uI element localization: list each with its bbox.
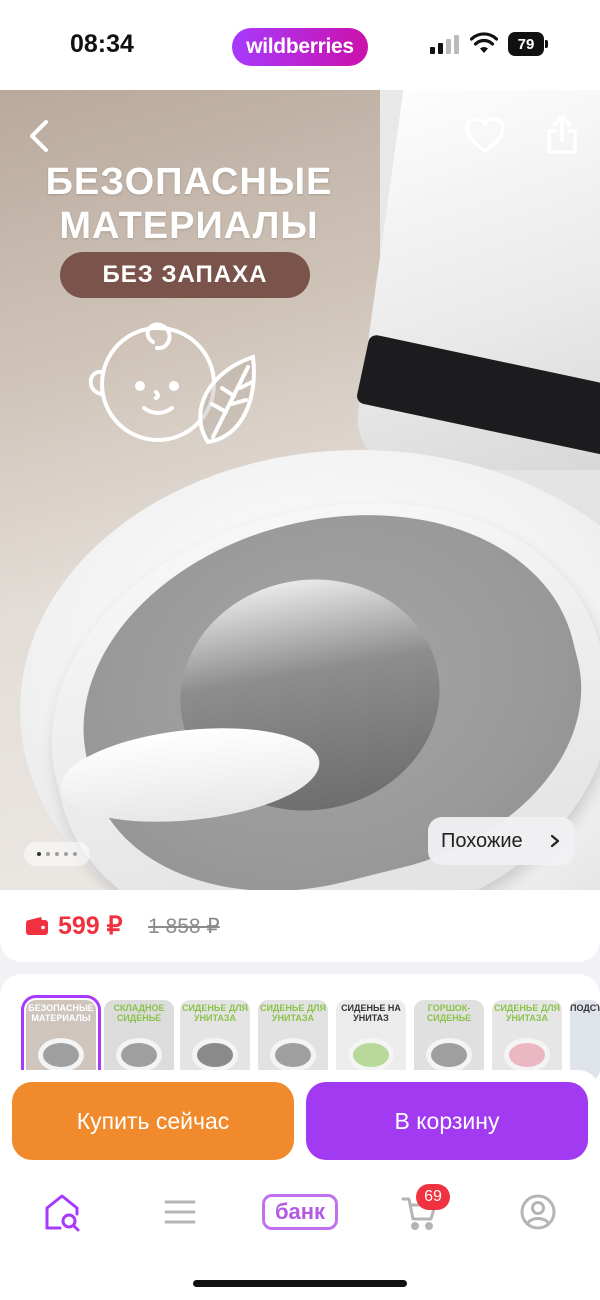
- add-to-cart-button[interactable]: В корзину: [306, 1082, 588, 1160]
- status-time: 08:34: [70, 30, 134, 58]
- brand-logo: wildberries: [232, 28, 368, 66]
- purchase-actions: Купить сейчас В корзину: [0, 1070, 600, 1170]
- promo-title-line-1: БЕЗОПАСНЫЕ: [45, 161, 333, 203]
- thumbnail-caption: СИДЕНЬЕ ДЛЯ УНИТАЗА: [493, 1003, 561, 1023]
- tab-catalog[interactable]: [150, 1190, 210, 1234]
- thumbnail-item[interactable]: ПОДСТ: [570, 1000, 600, 1080]
- pagination-dot-active: [37, 852, 41, 856]
- battery-icon: 79: [508, 32, 548, 56]
- buy-now-button[interactable]: Купить сейчас: [12, 1082, 294, 1160]
- thumbnail-caption: ГОРШОК-СИДЕНЬЕ: [426, 1003, 472, 1023]
- thumbnail-caption: СИДЕНЬЕ НА УНИТАЗ: [341, 1003, 401, 1023]
- current-price: 599 ₽: [58, 912, 123, 940]
- thumbnail-item[interactable]: СИДЕНЬЕ ДЛЯ УНИТАЗА: [258, 1000, 328, 1080]
- tab-profile[interactable]: [508, 1190, 568, 1234]
- pagination-dot: [73, 852, 77, 856]
- similar-products-button[interactable]: Похожие: [428, 817, 575, 865]
- promo-title-line-2: МАТЕРИАЛЫ: [59, 205, 319, 247]
- pagination-dot: [64, 852, 68, 856]
- thumbnail-caption: СИДЕНЬЕ ДЛЯ УНИТАЗА: [259, 1003, 327, 1023]
- home-indicator: [193, 1280, 407, 1287]
- pagination-dot: [46, 852, 50, 856]
- similar-products-label: Похожие: [441, 829, 523, 852]
- pagination-dot: [55, 852, 59, 856]
- thumbnail-item[interactable]: ГОРШОК-СИДЕНЬЕ: [414, 1000, 484, 1080]
- promo-badge: БЕЗ ЗАПАХА: [60, 252, 310, 298]
- wifi-icon: [470, 32, 498, 53]
- thumbnail-item[interactable]: СИДЕНЬЕ НА УНИТАЗ: [336, 1000, 406, 1080]
- chevron-right-icon: [550, 834, 560, 848]
- favorite-heart-icon[interactable]: [464, 116, 506, 156]
- thumbnail-item[interactable]: БЕЗОПАСНЫЕ МАТЕРИАЛЫ: [21, 995, 101, 1085]
- share-icon[interactable]: [542, 114, 582, 156]
- thumbnail-item[interactable]: СИДЕНЬЕ ДЛЯ УНИТАЗА: [180, 1000, 250, 1080]
- wallet-icon: [26, 917, 48, 935]
- thumbnail-item[interactable]: СИДЕНЬЕ ДЛЯ УНИТАЗА: [492, 1000, 562, 1080]
- old-price: 1 858 ₽: [148, 915, 220, 938]
- thumbnail-caption: СИДЕНЬЕ ДЛЯ УНИТАЗА: [181, 1003, 249, 1023]
- thumbnail-item[interactable]: СКЛАДНОЕ СИДЕНЬЕ: [104, 1000, 174, 1080]
- bottom-tab-bar: банк 69: [0, 1170, 600, 1300]
- profile-icon: [520, 1194, 556, 1230]
- thumbnail-caption: ПОДСТ: [570, 1003, 600, 1013]
- bank-label: банк: [262, 1194, 338, 1230]
- thumbnail-caption: СКЛАДНОЕ СИДЕНЬЕ: [113, 1003, 165, 1023]
- cart-count-badge: 69: [416, 1184, 450, 1210]
- status-bar: 08:34 wildberries 79: [0, 0, 600, 90]
- cellular-signal-icon: [430, 34, 460, 54]
- gallery-pagination-dots: [24, 842, 90, 866]
- price-card: 599 ₽ 1 858 ₽: [0, 890, 600, 962]
- product-screen: 08:34 wildberries 79 БЕЗОПАСНЫЕ МАТЕРИАЛ…: [0, 0, 600, 1300]
- product-image-gallery[interactable]: БЕЗОПАСНЫЕ МАТЕРИАЛЫ БЕЗ ЗАПАХА Похожие: [0, 90, 600, 890]
- baby-leaf-icon: [88, 322, 256, 445]
- promo-title: БЕЗОПАСНЫЕ МАТЕРИАЛЫ: [14, 160, 364, 248]
- tab-home[interactable]: [32, 1190, 92, 1234]
- battery-level: 79: [508, 32, 544, 56]
- menu-icon: [164, 1200, 196, 1224]
- tab-bank[interactable]: банк: [262, 1190, 338, 1234]
- home-search-icon: [45, 1194, 80, 1232]
- thumbnail-caption: БЕЗОПАСНЫЕ МАТЕРИАЛЫ: [28, 1003, 94, 1023]
- back-arrow-icon[interactable]: [22, 116, 58, 156]
